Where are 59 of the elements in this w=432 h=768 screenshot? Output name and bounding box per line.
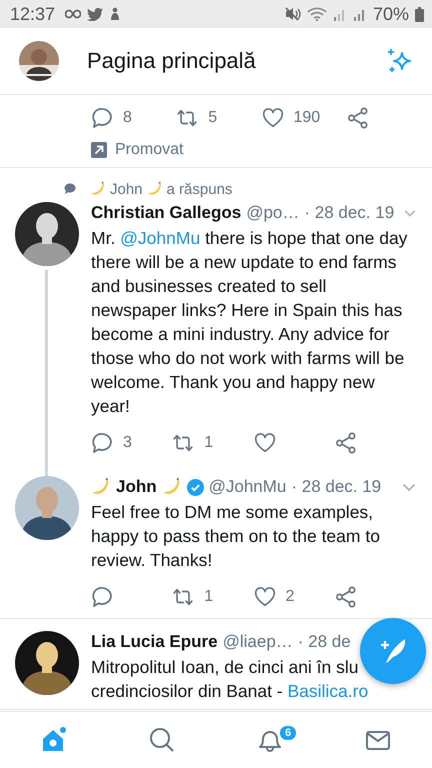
tweet-date: · 28 dec. 19 xyxy=(291,477,382,497)
banana-icon xyxy=(91,477,111,497)
home-icon[interactable] xyxy=(40,726,68,754)
reply-icon[interactable] xyxy=(91,432,113,454)
battery-level: 70% xyxy=(372,4,409,24)
reply-context-text: a răspuns xyxy=(166,180,232,198)
author-handle[interactable]: @liaep… xyxy=(222,632,293,652)
author-name[interactable]: John xyxy=(116,477,157,497)
wifi-icon xyxy=(306,7,327,21)
promoted-icon xyxy=(91,142,107,158)
author-name[interactable]: Christian Gallegos xyxy=(91,203,242,223)
speech-bubble-icon xyxy=(64,183,76,195)
battery-icon xyxy=(415,6,424,22)
banana-icon xyxy=(90,181,106,197)
retweet-count: 5 xyxy=(208,109,218,127)
tweet-date: · 28 dec. 19 xyxy=(304,203,394,223)
promoted-label: Promovat xyxy=(115,141,184,159)
like-count: 2 xyxy=(286,588,294,606)
tweet-text: Mr. @JohnMu there is hope that one day there will be a new update to end farms and businesses created to sell newspaper links? Here in Spain this has become a mini industry. Any advice for those who do not work with farms will be welcome. Thank you and happy new year! xyxy=(91,227,408,418)
bird-icon xyxy=(87,8,104,20)
link[interactable]: @JohnMu xyxy=(120,228,200,248)
author-handle[interactable]: @JohnMu xyxy=(208,477,286,497)
infinity-icon xyxy=(65,9,82,19)
banana-icon xyxy=(162,477,182,497)
author-name[interactable]: Lia Lucia Epure xyxy=(91,632,218,652)
retweet-icon[interactable] xyxy=(172,586,194,608)
tweet-text: Feel free to DM me some examples, happy to pass them on to the team to review. Thanks! xyxy=(91,501,381,572)
feather-plus-icon xyxy=(378,636,408,666)
author-handle[interactable]: @po… xyxy=(246,203,300,223)
link[interactable]: Basilica.ro xyxy=(287,681,368,701)
share-icon[interactable] xyxy=(334,432,357,454)
heart-icon[interactable] xyxy=(254,586,276,608)
reply-icon[interactable] xyxy=(91,586,113,608)
figure-icon xyxy=(109,7,122,21)
mute-icon xyxy=(284,7,301,21)
reply-count: 3 xyxy=(123,434,132,452)
retweet-icon[interactable] xyxy=(172,432,194,454)
signal-icon xyxy=(332,7,347,21)
reply-context-name[interactable]: John xyxy=(110,180,143,198)
retweet-icon[interactable] xyxy=(176,107,198,129)
share-icon[interactable] xyxy=(334,586,357,608)
tweet-date: · 28 de xyxy=(298,632,351,652)
verified-icon xyxy=(186,478,204,496)
status-time: 12:37 xyxy=(10,4,56,24)
compose-button[interactable] xyxy=(360,618,426,684)
banana-icon xyxy=(146,181,163,197)
share-icon[interactable] xyxy=(346,107,369,129)
retweet-count: 1 xyxy=(204,588,214,606)
reply-count: 8 xyxy=(123,109,132,127)
page-title: Pagina principală xyxy=(87,48,257,74)
signal-icon xyxy=(352,7,367,21)
notification-badge: 6 xyxy=(278,724,298,742)
heart-icon[interactable] xyxy=(254,432,276,454)
retweet-count: 1 xyxy=(204,434,214,452)
reply-icon[interactable] xyxy=(91,107,113,129)
heart-icon[interactable] xyxy=(262,107,284,129)
search-icon[interactable] xyxy=(148,726,176,754)
sparkle-icon[interactable] xyxy=(386,47,414,75)
like-count: 190 xyxy=(294,109,320,127)
